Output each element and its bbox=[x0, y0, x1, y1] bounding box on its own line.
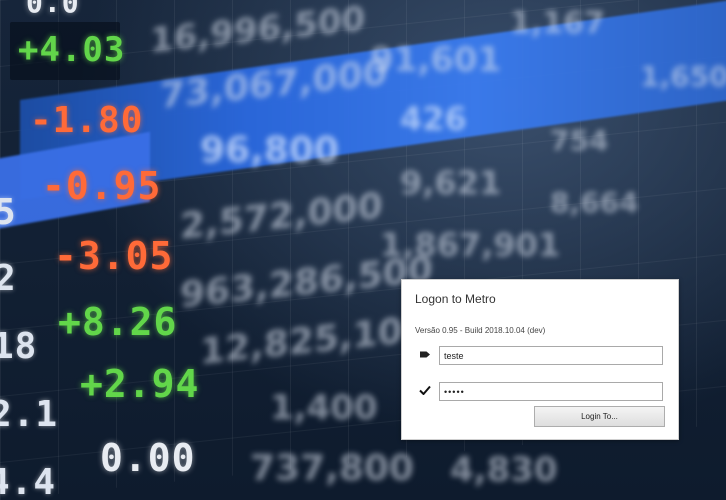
ticker-blurred-value: 737,800 bbox=[250, 448, 414, 489]
ticker-blurred-value: 426 bbox=[400, 100, 467, 138]
version-label: Versão 0.95 - Build 2018.10.04 (dev) bbox=[415, 326, 546, 335]
ticker-left-value: 4.4 bbox=[0, 462, 57, 500]
ticker-change: 0.00 bbox=[100, 436, 196, 480]
ticker-left-value: 2.1 bbox=[0, 394, 59, 435]
login-dialog: Logon to Metro Versão 0.95 - Build 2018.… bbox=[401, 279, 679, 440]
ticker-blurred-value: 91,601 bbox=[370, 40, 502, 80]
ticker-blurred-value: 8,664 bbox=[550, 186, 639, 219]
check-icon bbox=[419, 385, 431, 398]
ticker-left-value: 5 bbox=[0, 192, 17, 233]
ticker-change: -0.95 bbox=[42, 164, 162, 208]
ticker-blurred-value: 754 bbox=[550, 124, 609, 157]
ticker-blurred-value: 1,167 bbox=[510, 6, 605, 41]
username-field[interactable] bbox=[439, 346, 663, 365]
ticker-blurred-value: 1,867,901 bbox=[380, 226, 561, 264]
ticker-top-partial: 0.0 bbox=[26, 0, 80, 19]
ticker-change: -3.05 bbox=[54, 234, 174, 278]
ticker-change: +8.26 bbox=[58, 300, 178, 344]
ticker-blurred-value: 1,650 bbox=[640, 60, 726, 93]
ticker-blurred-value: 4,830 bbox=[450, 450, 558, 490]
ticker-left-value: 18 bbox=[0, 326, 38, 367]
ticker-blurred-value: 96,800 bbox=[200, 130, 339, 171]
ticker-change: +2.94 bbox=[80, 362, 200, 406]
login-button[interactable]: Login To... bbox=[534, 406, 665, 427]
tag-icon bbox=[420, 350, 431, 362]
password-field[interactable] bbox=[439, 382, 663, 401]
ticker-left-value: 2 bbox=[0, 258, 17, 299]
ticker-blurred-value: 1,400 bbox=[270, 388, 378, 428]
ticker-blurred-value: 9,621 bbox=[400, 164, 502, 202]
ticker-change: +4.03 bbox=[18, 30, 126, 70]
dialog-title: Logon to Metro bbox=[415, 292, 496, 306]
ticker-change: -1.80 bbox=[30, 100, 144, 141]
